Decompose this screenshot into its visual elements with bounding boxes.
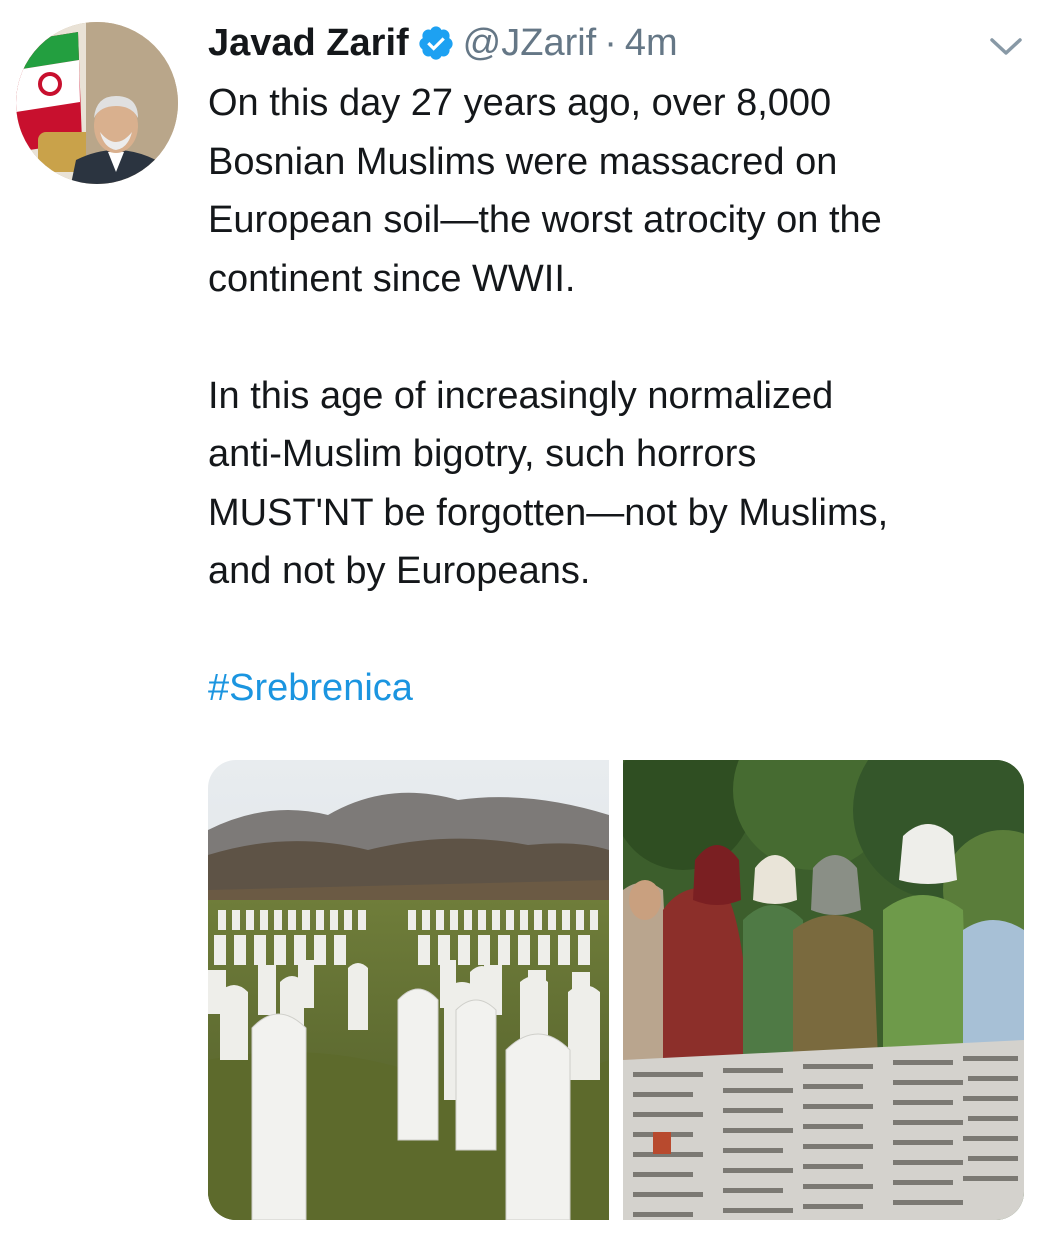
profile-photo	[16, 22, 178, 184]
tweet-header: Javad Zarif @JZarif · 4m	[208, 18, 678, 68]
verified-badge-icon	[417, 24, 455, 62]
hashtag-link[interactable]: #Srebrenica	[208, 659, 413, 718]
tweet-paragraph-1: On this day 27 years ago, over 8,000 Bos…	[208, 82, 882, 300]
handle[interactable]: @JZarif	[463, 18, 597, 68]
tweet-text: On this day 27 years ago, over 8,000 Bos…	[208, 74, 1038, 718]
tweet[interactable]: Javad Zarif @JZarif · 4m On this day 27 …	[0, 0, 1060, 1253]
chevron-down-icon[interactable]	[988, 34, 1024, 58]
timestamp[interactable]: 4m	[625, 18, 678, 68]
avatar[interactable]	[16, 22, 178, 184]
media-grid	[208, 760, 1024, 1220]
separator: ·	[604, 22, 617, 64]
cemetery-photo[interactable]	[208, 760, 609, 1220]
display-name[interactable]: Javad Zarif	[208, 18, 409, 68]
memorial-photo[interactable]	[623, 760, 1024, 1220]
tweet-paragraph-2: In this age of increasingly normalized a…	[208, 374, 889, 593]
